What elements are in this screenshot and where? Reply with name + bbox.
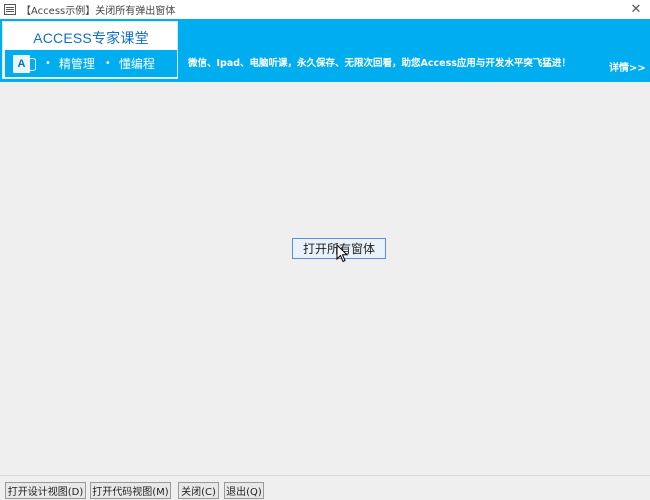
strip-item-program: • 懂编程	[105, 55, 155, 72]
bullet-icon: •	[104, 58, 111, 69]
close-window-button[interactable]: ✕	[622, 0, 650, 19]
brand-strip: A • 精管理 • 懂编程	[5, 50, 177, 77]
command-bar: 打开设计视图(D) 打开代码视图(M) 关闭(C) 退出(Q)	[0, 475, 650, 500]
open-code-view-button[interactable]: 打开代码视图(M)	[90, 482, 171, 499]
slogan-text: 微信、Ipad、电脑听课，永久保存、无限次回看，助您Access应用与开发水平突…	[188, 58, 571, 69]
title-bar: 【Access示例】关闭所有弹出窗体 ✕	[0, 0, 650, 19]
form-icon	[4, 4, 16, 15]
bullet-icon: •	[45, 58, 51, 69]
close-button[interactable]: 关闭(C)	[178, 482, 219, 499]
strip-item-manage: • 精管理	[45, 55, 95, 72]
details-link[interactable]: 详情>>	[609, 59, 646, 74]
brand-title: ACCESS专家课堂	[33, 30, 149, 46]
open-design-view-button[interactable]: 打开设计视图(D)	[5, 482, 86, 499]
brand-box: ACCESS专家课堂 A • 精管理 • 懂编程	[2, 21, 178, 79]
strip-item-label: 懂编程	[118, 57, 155, 71]
window-title: 【Access示例】关闭所有弹出窗体	[21, 6, 176, 17]
strip-item-label: 精管理	[58, 57, 95, 71]
mouse-cursor-icon	[336, 244, 349, 263]
access-logo-icon: A	[13, 54, 37, 74]
exit-button[interactable]: 退出(Q)	[224, 482, 264, 499]
header-banner: ACCESS专家课堂 A • 精管理 • 懂编程 微信、Ipad、电脑听课，永久…	[0, 19, 650, 82]
close-icon: ✕	[630, 2, 642, 17]
